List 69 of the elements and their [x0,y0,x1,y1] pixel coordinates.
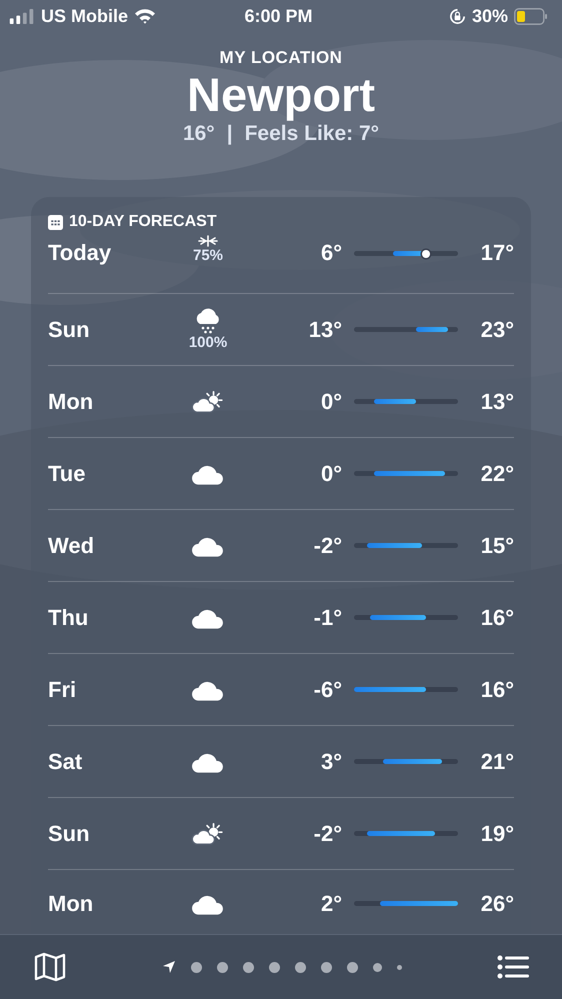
snowflake-icon [198,235,218,247]
range-fill [374,471,445,476]
range-fill [370,615,426,620]
wifi-icon [134,8,156,24]
signal-icon [9,8,35,24]
low-temperature: -2° [312,532,343,558]
range-fill [367,831,436,836]
range-fill [374,399,416,404]
day-label: Tue [48,460,86,486]
high-temperature: 13° [480,388,514,414]
day-label: Sun [48,820,91,846]
range-fill [416,327,448,332]
low-temperature: 3° [320,748,343,774]
page-dot[interactable] [190,962,202,972]
page-dot[interactable] [216,962,228,972]
day-label: Today [48,239,112,267]
city-name: Newport [187,68,375,122]
page-dot[interactable] [396,964,402,970]
high-temperature: 22° [480,460,514,486]
feels-like: Feels Like: 7° [244,122,380,146]
low-temperature: 0° [320,388,343,414]
page-dot[interactable] [320,962,332,972]
high-temperature: 21° [480,748,514,774]
battery-percent: 30% [472,6,508,26]
forecast-title: 10-DAY FORECAST [69,213,217,231]
low-temperature: 6° [320,239,343,267]
carrier-name: US Mobile [41,6,128,26]
page-dot[interactable] [242,962,254,972]
page-dot[interactable] [372,962,382,972]
high-temperature: 15° [480,532,514,558]
clock-time: 6:00 PM [244,6,313,26]
location-arrow-icon[interactable] [162,960,176,974]
day-label: Wed [48,532,96,558]
battery-icon [514,8,548,24]
low-temperature: -2° [312,820,343,846]
high-temperature: 19° [480,820,514,846]
day-label: Sat [48,748,84,774]
low-temperature: 0° [320,460,343,486]
partly-sunny-icon [191,390,225,414]
map-icon[interactable] [34,952,66,982]
high-temperature: 23° [480,316,514,342]
page-dot[interactable] [294,962,306,972]
high-temperature: 26° [480,890,514,916]
rotation-lock-icon [448,8,466,24]
precipitation-chance: 100% [188,334,228,351]
location-label: MY LOCATION [220,48,342,68]
low-temperature: -6° [312,676,343,702]
day-label: Mon [48,890,94,916]
precipitation-chance: 75% [192,247,224,264]
range-fill [354,687,426,692]
page-dot[interactable] [346,962,358,972]
day-label: Mon [48,388,94,414]
range-fill [367,543,422,548]
day-label: Fri [48,676,78,702]
separator: | [226,122,233,146]
high-temperature: 17° [480,239,514,267]
calendar-icon [48,214,63,230]
page-dot[interactable] [268,962,280,972]
list-icon[interactable] [497,955,529,979]
low-temperature: 2° [320,890,343,916]
high-temperature: 16° [480,676,514,702]
range-fill [383,759,442,764]
partly-sunny-icon [191,822,225,846]
high-temperature: 16° [480,604,514,630]
current-temperature: 16° [182,122,215,146]
day-label: Sun [48,316,91,342]
low-temperature: -1° [312,604,343,630]
low-temperature: 13° [308,316,343,342]
day-label: Thu [48,604,90,630]
